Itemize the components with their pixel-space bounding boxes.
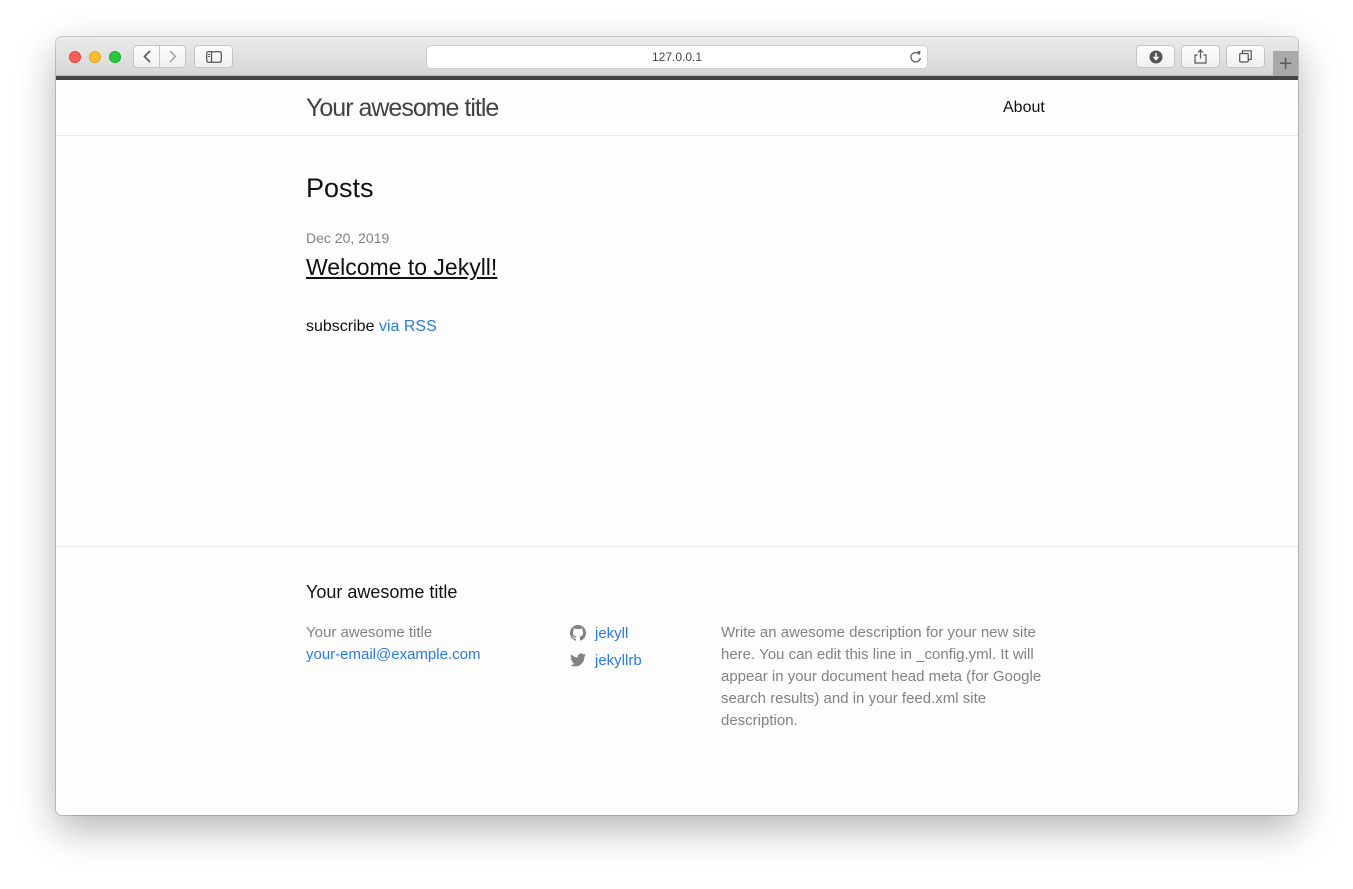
rss-link[interactable]: via RSS bbox=[379, 318, 437, 335]
post-date: Dec 20, 2019 bbox=[306, 230, 390, 246]
address-bar[interactable]: 127.0.0.1 bbox=[426, 45, 928, 69]
twitter-icon bbox=[570, 653, 586, 667]
social-item-github: jekyll bbox=[570, 622, 642, 644]
zoom-window-button[interactable] bbox=[109, 51, 121, 63]
downloads-button[interactable] bbox=[1136, 45, 1175, 68]
tab-overview-button[interactable] bbox=[1226, 45, 1265, 68]
chevron-left-icon bbox=[142, 50, 151, 63]
new-tab-button[interactable]: + bbox=[1273, 51, 1298, 76]
reload-icon bbox=[910, 50, 921, 63]
site-footer: Your awesome title Your awesome title yo… bbox=[56, 546, 1298, 815]
tabs-overview-icon bbox=[1239, 50, 1252, 63]
chevron-right-icon bbox=[168, 50, 177, 63]
github-link[interactable]: jekyll bbox=[595, 625, 628, 642]
site-description: Write an awesome description for your ne… bbox=[721, 624, 1042, 729]
web-page: Your awesome title About Posts Dec 20, 2… bbox=[56, 80, 1298, 815]
download-icon bbox=[1149, 50, 1162, 63]
minimize-window-button[interactable] bbox=[89, 51, 101, 63]
browser-window: 127.0.0.1 + Your awesome title About Pos… bbox=[56, 37, 1298, 815]
twitter-link[interactable]: jekyllrb bbox=[595, 652, 642, 669]
footer-email-link[interactable]: your-email@example.com bbox=[306, 644, 480, 666]
reload-button[interactable] bbox=[909, 50, 922, 67]
site-header: Your awesome title About bbox=[56, 80, 1298, 136]
subscribe-line: subscribe via RSS bbox=[306, 318, 437, 336]
url-text: 127.0.0.1 bbox=[651, 50, 703, 64]
social-item-twitter: jekyllrb bbox=[570, 649, 642, 671]
posts-heading: Posts bbox=[306, 173, 374, 203]
forward-button[interactable] bbox=[159, 46, 185, 67]
site-title-link[interactable]: Your awesome title bbox=[306, 94, 499, 123]
footer-heading: Your awesome title bbox=[306, 582, 458, 602]
footer-social: jekyll jekyllrb bbox=[570, 622, 642, 676]
post-title-link[interactable]: Welcome to Jekyll! bbox=[306, 254, 497, 281]
sidebar-icon bbox=[205, 50, 222, 63]
github-icon bbox=[570, 625, 586, 641]
sidebar-button[interactable] bbox=[194, 45, 233, 68]
share-button[interactable] bbox=[1181, 45, 1220, 68]
close-window-button[interactable] bbox=[69, 51, 81, 63]
back-button[interactable] bbox=[134, 46, 159, 67]
nav-link-about[interactable]: About bbox=[1003, 99, 1045, 117]
share-icon bbox=[1194, 49, 1207, 64]
footer-name: Your awesome title bbox=[306, 624, 433, 641]
history-nav bbox=[133, 45, 186, 68]
footer-contact: Your awesome title your-email@example.co… bbox=[306, 622, 480, 666]
subscribe-text: subscribe bbox=[306, 318, 375, 335]
browser-toolbar: 127.0.0.1 + bbox=[56, 37, 1298, 76]
